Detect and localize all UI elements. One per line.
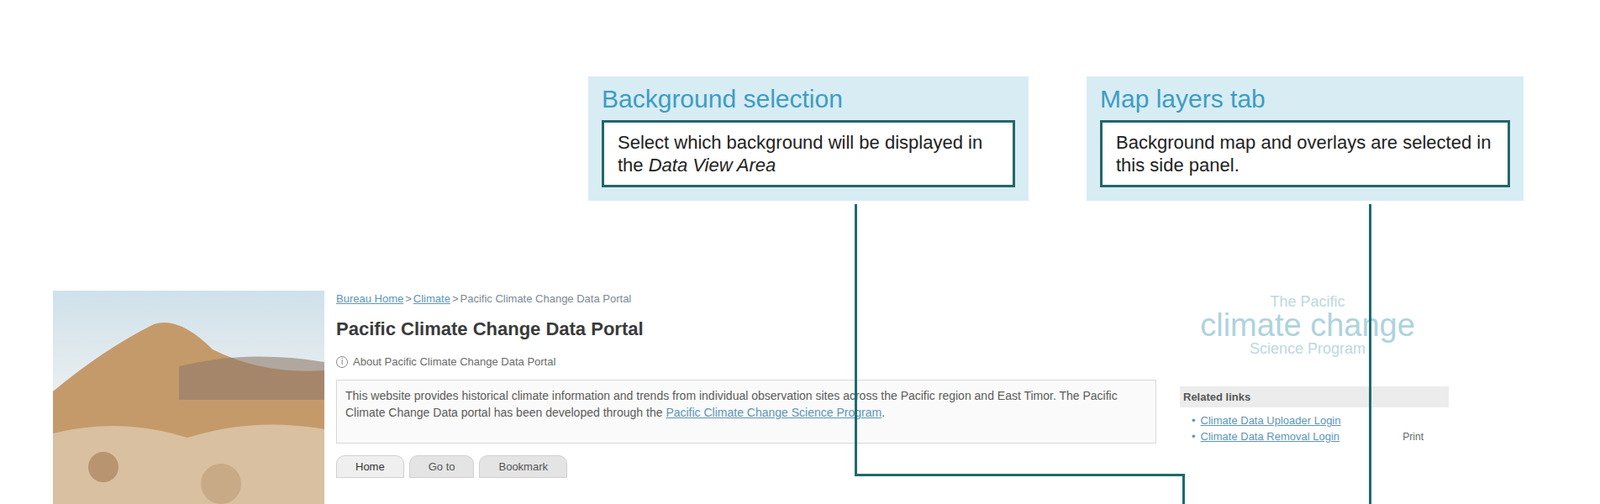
page-screenshot: Bureau Home>Climate>Pacific Climate Chan… bbox=[0, 0, 1600, 504]
breadcrumb-item[interactable]: Bureau Home bbox=[336, 292, 404, 306]
program-logo: The Pacificclimate changeScience Program bbox=[1179, 294, 1436, 357]
nav-tab[interactable]: Go to bbox=[409, 455, 475, 479]
nav-tab[interactable]: Home bbox=[336, 455, 405, 479]
callout: Background selection Select which backgro… bbox=[588, 76, 1029, 201]
connector-line bbox=[1368, 204, 1372, 504]
breadcrumb-separator: > bbox=[452, 292, 459, 306]
print-link[interactable]: Print bbox=[1402, 431, 1424, 443]
main-column: Bureau Home>Climate>Pacific Climate Chan… bbox=[336, 290, 1157, 504]
about-link[interactable]: i About Pacific Climate Change Data Porta… bbox=[336, 355, 1157, 369]
about-label[interactable]: About Pacific Climate Change Data Portal bbox=[352, 355, 556, 369]
related-item[interactable]: • Climate Data Removal Login bbox=[1191, 430, 1360, 443]
callout-title: Background selection bbox=[601, 84, 1016, 114]
nav-tab[interactable]: Bookmark bbox=[478, 455, 568, 479]
breadcrumb-item[interactable]: Climate bbox=[413, 292, 451, 306]
connector-line bbox=[854, 473, 1185, 477]
description-box: This website provides historical climate… bbox=[336, 379, 1157, 444]
connector-line bbox=[1182, 473, 1185, 504]
callout-text: Background map and overlays are selected… bbox=[1115, 131, 1491, 176]
callout: Map layers tab Background map and overlay… bbox=[1086, 76, 1524, 201]
related-item[interactable]: • Climate Data Uploader Login bbox=[1191, 414, 1360, 427]
related-link[interactable]: Climate Data Removal Login bbox=[1200, 430, 1340, 443]
bullet: • bbox=[1191, 414, 1196, 427]
callout-body: Select which background will be displaye… bbox=[601, 120, 1016, 188]
landscape-icon bbox=[52, 290, 325, 504]
breadcrumb-item: Pacific Climate Change Data Portal bbox=[459, 292, 632, 306]
callout-emphasis: Data View Area bbox=[648, 154, 777, 176]
related-link[interactable]: Climate Data Uploader Login bbox=[1200, 414, 1342, 427]
page-title: Pacific Climate Change Data Portal bbox=[336, 318, 1157, 341]
breadcrumb-separator: > bbox=[405, 292, 412, 306]
program-link[interactable]: Pacific Climate Change Science Program bbox=[665, 405, 882, 420]
info-icon[interactable]: i bbox=[336, 356, 348, 369]
related-title: Related links bbox=[1179, 386, 1449, 408]
breadcrumb: Bureau Home>Climate>Pacific Climate Chan… bbox=[336, 292, 1157, 306]
description-end: . bbox=[881, 405, 885, 420]
callout-body: Background map and overlays are selected… bbox=[1100, 120, 1511, 188]
bullet: • bbox=[1191, 430, 1196, 443]
header-photo bbox=[52, 290, 325, 504]
side-column: The Pacificclimate changeScience Program… bbox=[1179, 290, 1449, 504]
logo-line: climate change bbox=[1200, 309, 1416, 342]
connector-line bbox=[854, 204, 858, 476]
callout-title: Map layers tab bbox=[1100, 84, 1511, 114]
logo-line: The Pacific bbox=[1269, 294, 1345, 310]
logo-line: Science Program bbox=[1249, 341, 1366, 357]
